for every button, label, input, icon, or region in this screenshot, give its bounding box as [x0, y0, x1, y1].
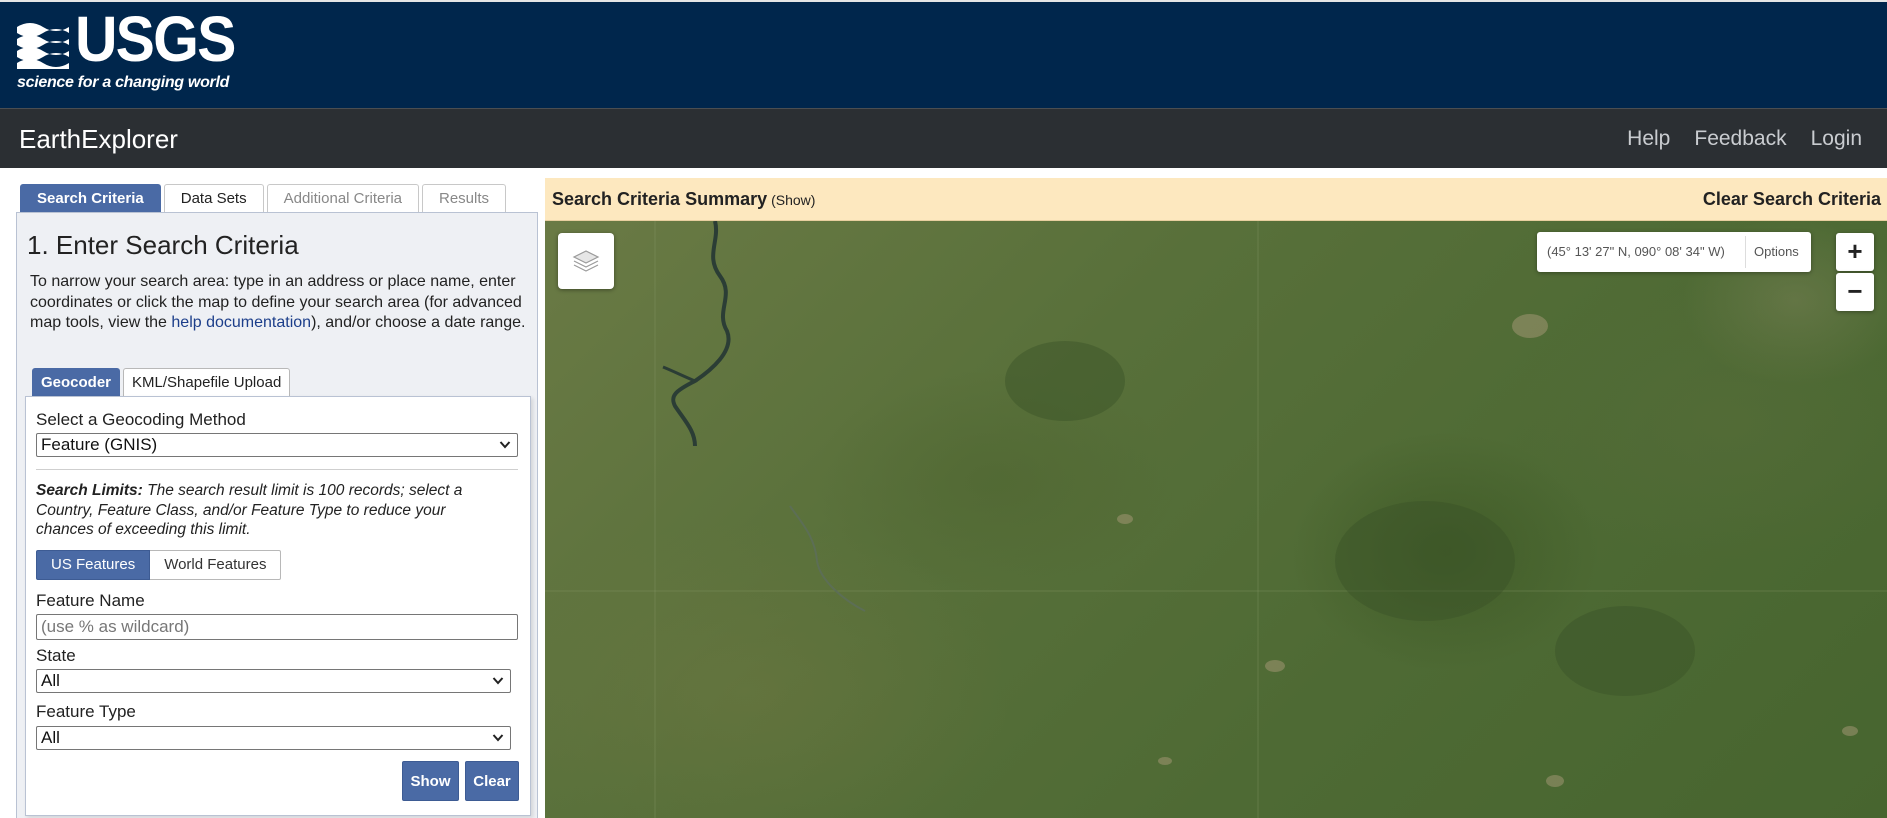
coordinate-options-button[interactable]: Options: [1754, 244, 1799, 259]
tab-results[interactable]: Results: [422, 184, 507, 212]
divider: [36, 469, 518, 470]
help-documentation-link[interactable]: help documentation: [171, 314, 311, 331]
search-criteria-summary-bar: Search Criteria Summary (Show) Clear Sear…: [545, 178, 1887, 221]
us-features-button[interactable]: US Features: [36, 550, 151, 580]
geocoder-panel: Select a Geocoding Method Feature (GNIS)…: [25, 396, 531, 816]
summary-title: Search Criteria Summary (Show): [552, 189, 815, 210]
map-imagery: [545, 221, 1887, 818]
usgs-tagline: science for a changing world: [17, 74, 230, 91]
layers-button[interactable]: [558, 233, 614, 289]
show-button[interactable]: Show: [402, 761, 459, 801]
state-select[interactable]: All: [36, 669, 511, 693]
feature-type-label: Feature Type: [36, 702, 136, 721]
summary-show-link[interactable]: (Show): [771, 192, 815, 208]
section-description: To narrow your search area: type in an a…: [30, 272, 530, 334]
coordinate-divider: [1745, 236, 1746, 268]
feature-type-select[interactable]: All: [36, 726, 511, 750]
tab-geocoder[interactable]: Geocoder: [32, 368, 121, 396]
layers-icon: [572, 250, 600, 272]
usgs-wordmark: USGS: [75, 3, 236, 75]
usgs-header: USGS science for a changing world: [0, 0, 1887, 108]
app-navbar: EarthExplorer Help Feedback Login: [0, 108, 1887, 168]
world-features-button[interactable]: World Features: [150, 550, 282, 580]
feature-name-label: Feature Name: [36, 591, 145, 610]
tab-search-criteria[interactable]: Search Criteria: [20, 184, 161, 212]
usgs-logo[interactable]: USGS science for a changing world: [17, 7, 236, 98]
feature-name-input[interactable]: [36, 614, 518, 640]
search-limits-note: Search Limits: The search result limit i…: [36, 481, 506, 540]
app-title[interactable]: EarthExplorer: [19, 124, 178, 155]
description-text-after: ), and/or choose a date range.: [311, 314, 526, 331]
tab-data-sets[interactable]: Data Sets: [163, 184, 264, 212]
clear-search-criteria-link[interactable]: Clear Search Criteria: [1703, 189, 1881, 210]
geocoding-method-label: Select a Geocoding Method: [36, 410, 246, 429]
zoom-out-button[interactable]: −: [1836, 273, 1874, 311]
chevron-down-icon: [492, 734, 504, 742]
search-limits-heading: Search Limits:: [36, 482, 143, 499]
geocoding-method-value: Feature (GNIS): [41, 435, 158, 454]
feature-scope-toggle: US Features World Features: [36, 550, 282, 580]
zoom-in-button[interactable]: +: [1836, 233, 1874, 271]
coordinate-text: (45° 13' 27" N, 090° 08' 34" W): [1547, 244, 1725, 259]
geocoding-method-select[interactable]: Feature (GNIS): [36, 433, 518, 457]
coordinate-readout: (45° 13' 27" N, 090° 08' 34" W) Options: [1537, 232, 1811, 272]
map-area: Search Criteria Summary (Show) Clear Sear…: [545, 178, 1887, 818]
login-link[interactable]: Login: [1811, 127, 1862, 151]
tab-additional-criteria[interactable]: Additional Criteria: [266, 184, 419, 212]
chevron-down-icon: [499, 441, 511, 449]
state-value: All: [41, 671, 60, 690]
section-title: 1. Enter Search Criteria: [27, 230, 299, 260]
zoom-controls: + −: [1836, 233, 1874, 311]
satellite-map[interactable]: (45° 13' 27" N, 090° 08' 34" W) Options …: [545, 221, 1887, 818]
top-nav-links: Help Feedback Login: [1627, 127, 1862, 151]
main-tabs: Search Criteria Data Sets Additional Cri…: [20, 184, 507, 212]
clear-button[interactable]: Clear: [465, 761, 519, 801]
state-label: State: [36, 646, 76, 665]
usgs-waves-icon: [17, 17, 69, 69]
feedback-link[interactable]: Feedback: [1694, 127, 1786, 151]
help-link[interactable]: Help: [1627, 127, 1670, 151]
feature-type-value: All: [41, 728, 60, 747]
chevron-down-icon: [492, 677, 504, 685]
summary-title-text: Search Criteria Summary: [552, 189, 768, 209]
tab-kml-shapefile-upload[interactable]: KML/Shapefile Upload: [123, 368, 291, 396]
geocoder-tabs: Geocoder KML/Shapefile Upload: [32, 368, 291, 396]
